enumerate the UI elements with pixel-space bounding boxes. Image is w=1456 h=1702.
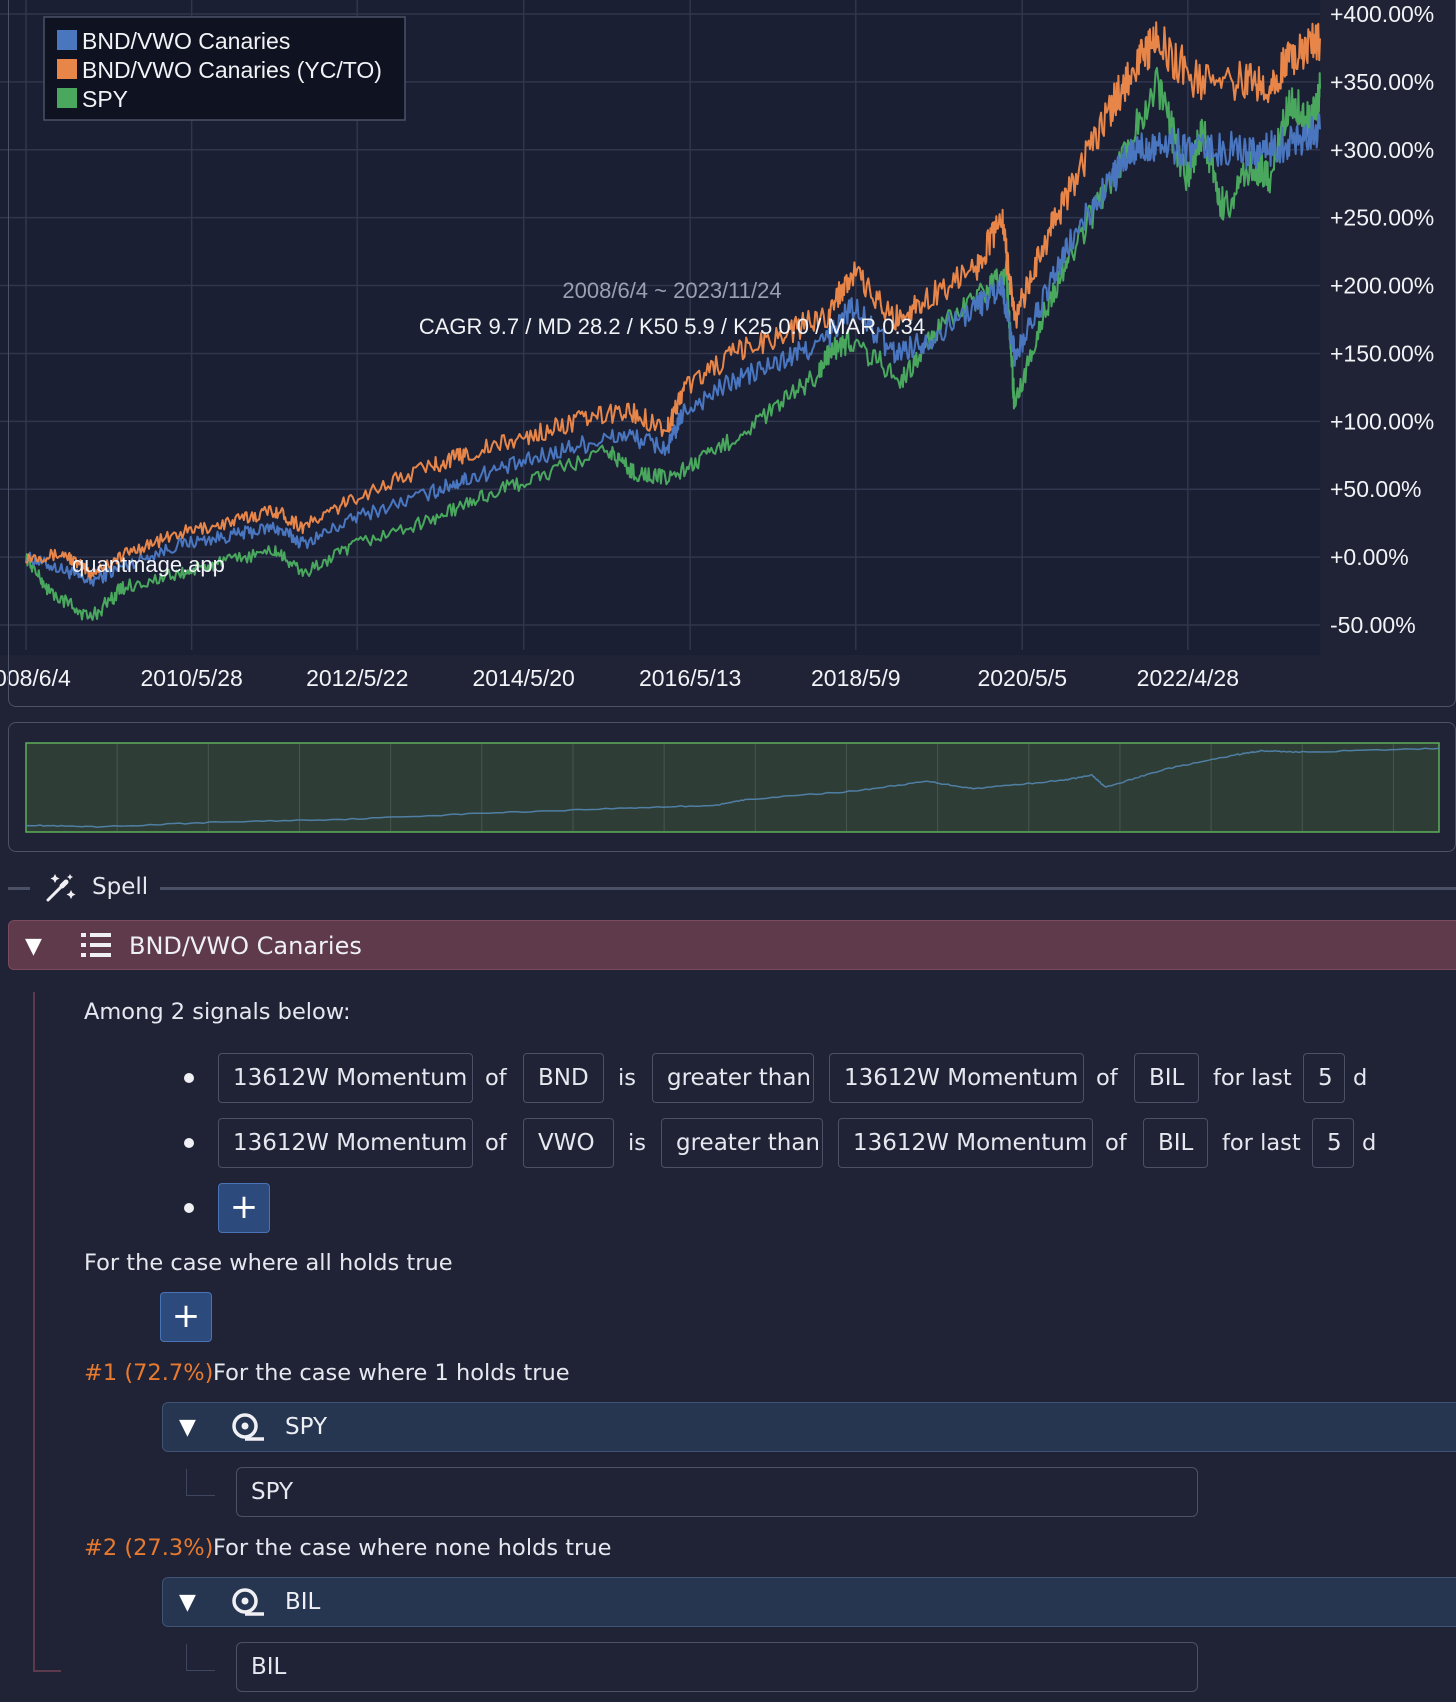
asset-header-label[interactable]: SPY bbox=[285, 1414, 327, 1440]
days-input[interactable]: 5 bbox=[1303, 1053, 1345, 1103]
x-tick-label: 2010/5/28 bbox=[140, 665, 242, 691]
y-tick-label: -50.00% bbox=[1330, 612, 1416, 638]
days-input[interactable]: 5 bbox=[1312, 1118, 1354, 1168]
legend-swatch bbox=[57, 88, 77, 108]
case1-rank: #1 (72.7%) bbox=[84, 1360, 214, 1386]
of-label: of bbox=[485, 1065, 507, 1091]
y-tick-label: +50.00% bbox=[1330, 476, 1421, 502]
days-unit: d bbox=[1353, 1065, 1368, 1091]
y-axis-ticks: +400.00% +350.00% +300.00% +250.00% +200.00%… bbox=[1330, 1, 1434, 638]
list-icon bbox=[81, 933, 111, 957]
case-all-label: For the case where all holds true bbox=[84, 1250, 453, 1276]
is-label: is bbox=[628, 1130, 646, 1156]
asset-select-bnd[interactable]: BND bbox=[523, 1053, 604, 1103]
comparator-select[interactable]: greater than bbox=[652, 1053, 814, 1103]
asset-header-bil[interactable]: ▼ BIL bbox=[162, 1577, 1456, 1627]
x-tick-label: 2012/5/22 bbox=[306, 665, 408, 691]
collapse-triangle-icon[interactable]: ▼ bbox=[179, 1590, 196, 1615]
spell-divider: Spell bbox=[8, 866, 1456, 910]
for-last-label: for last bbox=[1213, 1065, 1292, 1091]
y-tick-label: +250.00% bbox=[1330, 205, 1434, 231]
add-signal-button[interactable]: + bbox=[218, 1183, 270, 1233]
x-tick-label: 2022/4/28 bbox=[1137, 665, 1239, 691]
legend-item-bnd-vwo-canaries[interactable]: BND/VWO Canaries bbox=[57, 28, 290, 54]
legend[interactable]: BND/VWO Canaries BND/VWO Canaries (YC/TO… bbox=[43, 16, 406, 121]
tree-elbow bbox=[186, 1644, 215, 1671]
watermark: quantmage.app bbox=[72, 552, 225, 577]
legend-swatch bbox=[57, 59, 77, 79]
x-tick-label: 2020/5/5 bbox=[977, 665, 1067, 691]
indicator-select-2[interactable]: 13612W Momentum bbox=[838, 1118, 1093, 1168]
date-range-label: 2008/6/4 ~ 2023/11/24 bbox=[562, 278, 781, 303]
bullet bbox=[184, 1138, 194, 1148]
x-tick-label: 2014/5/20 bbox=[473, 665, 575, 691]
legend-label: BND/VWO Canaries (YC/TO) bbox=[82, 57, 382, 83]
legend-label: BND/VWO Canaries bbox=[82, 28, 290, 54]
of-label: of bbox=[485, 1130, 507, 1156]
magic-wand-icon bbox=[46, 874, 76, 902]
indicator-select[interactable]: 13612W Momentum bbox=[218, 1118, 473, 1168]
add-case-button[interactable]: + bbox=[160, 1292, 212, 1342]
comparator-select[interactable]: greater than bbox=[661, 1118, 823, 1168]
of-label: of bbox=[1105, 1130, 1127, 1156]
collapse-triangle-icon[interactable]: ▼ bbox=[179, 1415, 196, 1440]
x-axis-ticks: 2008/6/4 2010/5/28 2012/5/22 2014/5/20 2016/… bbox=[0, 665, 1239, 691]
asset-field-spy[interactable]: SPY bbox=[236, 1467, 1198, 1517]
ticker-icon bbox=[232, 1413, 264, 1441]
y-tick-label: +300.00% bbox=[1330, 137, 1434, 163]
tree-elbow bbox=[186, 1469, 215, 1496]
y-tick-label: +200.00% bbox=[1330, 273, 1434, 299]
asset-select-bil[interactable]: BIL bbox=[1134, 1053, 1199, 1103]
case1-label: For the case where 1 holds true bbox=[213, 1360, 570, 1386]
ticker-icon bbox=[232, 1588, 264, 1616]
y-tick-label: +100.00% bbox=[1330, 408, 1434, 434]
y-tick-label: +400.00% bbox=[1330, 1, 1434, 27]
case2-rank: #2 (27.3%) bbox=[84, 1535, 214, 1561]
x-tick-label: 2018/5/9 bbox=[811, 665, 901, 691]
days-unit: d bbox=[1362, 1130, 1377, 1156]
legend-item-bnd-vwo-canaries-yc-to[interactable]: BND/VWO Canaries (YC/TO) bbox=[57, 57, 382, 83]
legend-label: SPY bbox=[82, 86, 128, 112]
for-last-label: for last bbox=[1222, 1130, 1301, 1156]
stats-label: CAGR 9.7 / MD 28.2 / K50 5.9 / K25 0.0 /… bbox=[419, 314, 925, 339]
x-tick-label: 2016/5/13 bbox=[639, 665, 741, 691]
asset-header-label[interactable]: BIL bbox=[285, 1589, 320, 1615]
signals-intro: Among 2 signals below: bbox=[84, 999, 351, 1025]
asset-header-spy[interactable]: ▼ SPY bbox=[162, 1402, 1456, 1452]
bullet bbox=[184, 1073, 194, 1083]
performance-chart[interactable]: +400.00% +350.00% +300.00% +250.00% +200.00%… bbox=[0, 0, 1456, 700]
y-tick-label: +0.00% bbox=[1330, 544, 1409, 570]
asset-select-bil[interactable]: BIL bbox=[1143, 1118, 1208, 1168]
y-tick-label: +150.00% bbox=[1330, 340, 1434, 366]
tree-connector bbox=[33, 992, 35, 1672]
collapse-triangle-icon[interactable]: ▼ bbox=[25, 934, 42, 959]
is-label: is bbox=[618, 1065, 636, 1091]
x-tick-label: 2008/6/4 bbox=[0, 665, 71, 691]
group-title[interactable]: BND/VWO Canaries bbox=[129, 932, 362, 960]
asset-field-bil[interactable]: BIL bbox=[236, 1642, 1198, 1692]
bullet bbox=[184, 1203, 194, 1213]
asset-select-vwo[interactable]: VWO bbox=[523, 1118, 614, 1168]
y-tick-label: +350.00% bbox=[1330, 69, 1434, 95]
group-header-bnd-vwo-canaries[interactable]: ▼ BND/VWO Canaries bbox=[8, 920, 1456, 970]
indicator-select-2[interactable]: 13612W Momentum bbox=[829, 1053, 1084, 1103]
tree-connector-end bbox=[33, 1670, 61, 1672]
legend-swatch bbox=[57, 30, 77, 50]
of-label: of bbox=[1096, 1065, 1118, 1091]
range-navigator[interactable] bbox=[0, 722, 1456, 854]
indicator-select[interactable]: 13612W Momentum bbox=[218, 1053, 473, 1103]
case2-label: For the case where none holds true bbox=[213, 1535, 612, 1561]
spell-label: Spell bbox=[92, 874, 149, 900]
